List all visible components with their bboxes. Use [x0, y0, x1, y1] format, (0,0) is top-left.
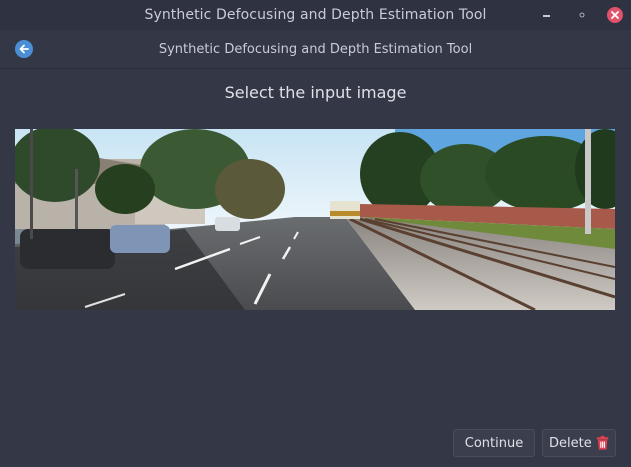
trash-icon	[596, 435, 609, 450]
close-button[interactable]	[607, 7, 623, 23]
maximize-button[interactable]	[571, 4, 593, 26]
street-photo	[15, 129, 615, 310]
header-bar: Synthetic Defocusing and Depth Estimatio…	[0, 30, 631, 69]
app-window: Synthetic Defocusing and Depth Estimatio…	[0, 0, 631, 467]
back-button[interactable]	[15, 40, 33, 58]
delete-label: Delete	[549, 435, 592, 451]
window-title: Synthetic Defocusing and Depth Estimatio…	[144, 7, 487, 23]
window-controls	[535, 4, 623, 26]
minimize-button[interactable]	[535, 4, 557, 26]
header-title: Synthetic Defocusing and Depth Estimatio…	[158, 41, 473, 57]
delete-button[interactable]: Delete	[542, 429, 616, 457]
close-icon	[611, 11, 619, 19]
continue-button[interactable]: Continue	[453, 429, 535, 457]
back-arrow-icon	[19, 44, 29, 54]
select-image-prompt: Select the input image	[224, 83, 407, 102]
maximize-icon	[579, 12, 585, 18]
input-image-preview[interactable]	[15, 129, 615, 310]
window-titlebar[interactable]: Synthetic Defocusing and Depth Estimatio…	[0, 0, 631, 30]
minimize-icon	[542, 14, 550, 17]
